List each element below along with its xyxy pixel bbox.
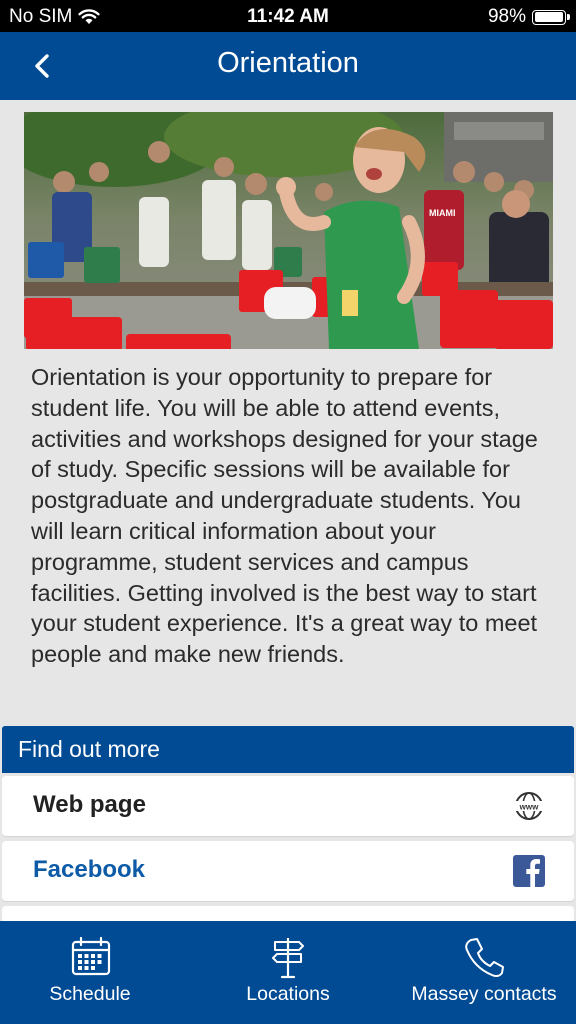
facebook-icon xyxy=(513,855,545,887)
tab-massey-contacts-label: Massey contacts xyxy=(411,983,557,1005)
intro-paragraph: Orientation is your opportunity to prepa… xyxy=(31,364,538,668)
battery-icon xyxy=(532,9,570,25)
status-bar: No SIM 11:42 AM 98% xyxy=(0,0,576,32)
tab-locations[interactable]: Locations xyxy=(190,921,386,1024)
tab-bar: Schedule Locations Massey contacts xyxy=(0,921,576,1024)
tab-schedule-label: Schedule xyxy=(49,983,131,1005)
facebook-link[interactable]: Facebook xyxy=(2,841,574,901)
tab-locations-label: Locations xyxy=(246,983,330,1005)
facebook-label: Facebook xyxy=(33,856,146,883)
jersey-text: MIAMI xyxy=(429,208,456,218)
battery-percent: 98% xyxy=(487,6,526,27)
web-page-link[interactable]: Web page www xyxy=(2,776,574,836)
tab-schedule[interactable]: Schedule xyxy=(0,921,190,1024)
phone-icon xyxy=(465,938,504,978)
navigation-bar: Orientation xyxy=(0,32,576,100)
web-page-label: Web page xyxy=(33,791,146,818)
signpost-icon xyxy=(272,938,304,979)
section-title: Find out more xyxy=(18,736,160,762)
hero-image: MIAMI xyxy=(24,112,553,349)
svg-text:www: www xyxy=(519,803,539,812)
tab-massey-contacts[interactable]: Massey contacts xyxy=(386,921,576,1024)
page-title: Orientation xyxy=(217,47,359,79)
calendar-icon xyxy=(71,936,111,976)
find-out-more-header: Find out more xyxy=(2,726,574,773)
globe-www-icon: www xyxy=(515,792,543,820)
